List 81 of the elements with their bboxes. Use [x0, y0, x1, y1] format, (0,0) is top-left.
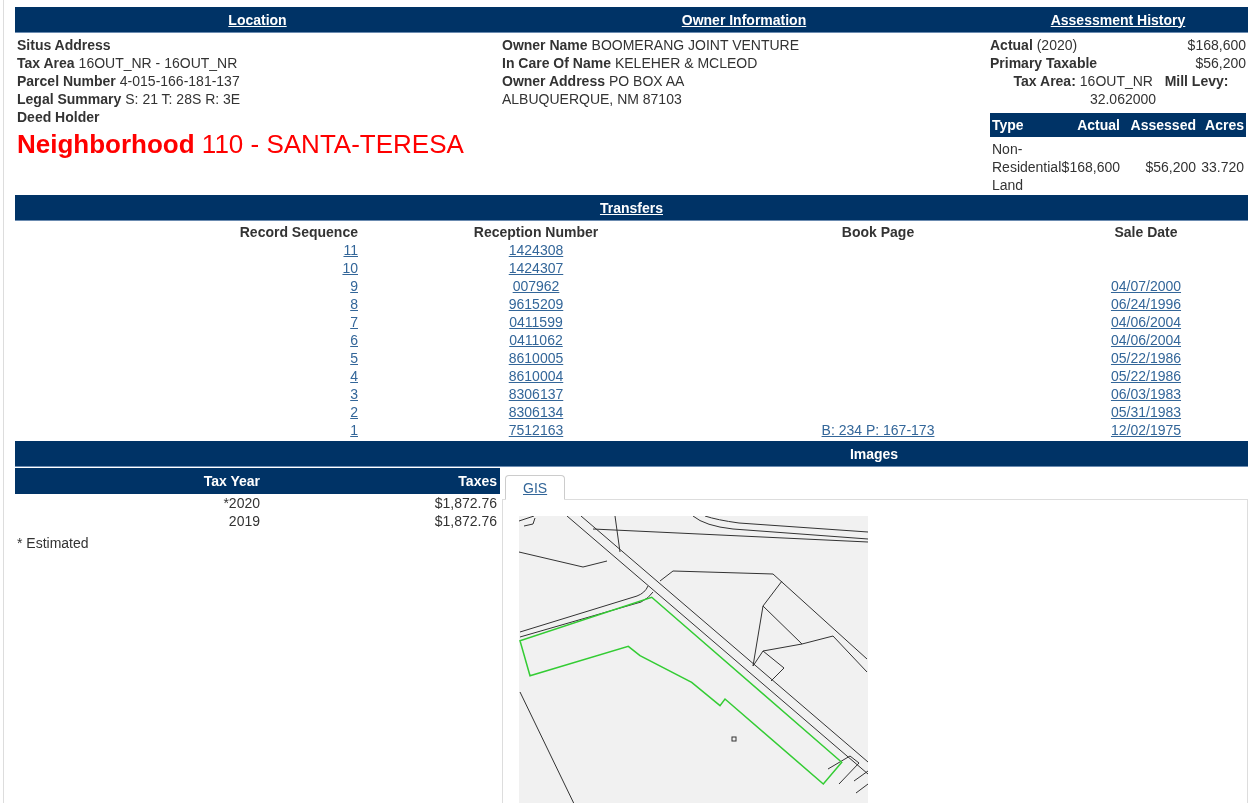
field-label: Actual (2020)	[990, 36, 1078, 54]
table-link[interactable]: 05/22/1986	[1110, 368, 1182, 384]
column-header: Sale Date	[1114, 224, 1178, 240]
table-link[interactable]: 007962	[512, 278, 560, 294]
field-value: $168,600	[1187, 36, 1246, 54]
table-cell-text: $1,872.76	[433, 494, 498, 512]
table-link[interactable]: 10	[342, 260, 358, 276]
table-link[interactable]: 04/06/2004	[1110, 314, 1182, 330]
footnote: * Estimated	[17, 535, 90, 551]
field-label: Tax Area	[17, 55, 75, 71]
table-link[interactable]: 12/02/1975	[1110, 422, 1182, 438]
column-header: Assessed	[1122, 113, 1198, 137]
column-header: Type	[990, 113, 1058, 137]
field-label: Mill Levy:	[1164, 73, 1229, 89]
table-link[interactable]: 4	[350, 368, 358, 384]
section-title-link[interactable]: Assessment History	[1050, 11, 1186, 28]
section-title: Images	[849, 445, 899, 462]
field-label: Deed Holder	[17, 109, 100, 125]
column-header: Tax Year	[202, 473, 261, 489]
field-value: 4-015-166-181-137	[119, 73, 240, 89]
field-value: S: 21 T: 28S R: 3E	[125, 91, 241, 107]
table-link[interactable]: 7512163	[508, 422, 564, 438]
table-link[interactable]: 8306134	[508, 404, 564, 420]
field-value: 16OUT_NR - 16OUT_NR	[78, 55, 238, 71]
field-label: Situs Address	[17, 37, 111, 53]
table-cell: 33.720	[1201, 158, 1244, 176]
tab[interactable]: GIS	[505, 475, 566, 500]
table-cell-text: 2019	[227, 512, 261, 530]
section-title-link[interactable]: Owner Information	[681, 11, 807, 28]
table-link[interactable]: 06/03/1983	[1110, 386, 1182, 402]
table-link[interactable]: 3	[350, 386, 358, 402]
table-link[interactable]: 2	[350, 404, 358, 420]
column-header: Actual	[1058, 113, 1122, 137]
table-cell: $168,600	[1061, 158, 1120, 176]
table-link[interactable]: 6	[350, 332, 358, 348]
field-value: ALBUQUERQUE, NM 87103	[502, 91, 682, 107]
table-cell: $56,200	[1145, 158, 1196, 176]
field-label: Parcel Number	[17, 73, 116, 89]
table-link[interactable]: 05/31/1983	[1110, 404, 1182, 420]
field-label: Owner Name	[502, 37, 588, 53]
table-link[interactable]: 8610004	[508, 368, 564, 384]
table-link[interactable]: 9615209	[508, 296, 564, 312]
field-label: Tax Area:	[1013, 73, 1076, 89]
table-link[interactable]: 0411599	[509, 314, 563, 330]
column-header: Taxes	[457, 473, 498, 489]
section-title-link[interactable]: Transfers	[599, 199, 663, 216]
table-link[interactable]: 0411062	[509, 332, 563, 348]
field-label: Primary Taxable	[990, 54, 1098, 72]
field-label: In Care Of Name	[502, 55, 611, 71]
table-link[interactable]: 5	[350, 350, 358, 366]
neighborhood-heading: Neighborhood 110 - SANTA-TERESA	[17, 128, 465, 160]
field-value: PO BOX AA	[608, 73, 685, 89]
table-link[interactable]: 05/22/1986	[1110, 350, 1182, 366]
table-cell-text: *2020	[222, 494, 261, 512]
field-label: Owner Address	[502, 73, 605, 89]
field-value: BOOMERANG JOINT VENTURE	[591, 37, 800, 53]
table-link[interactable]: 8610005	[508, 350, 564, 366]
table-link[interactable]: 1424308	[508, 242, 564, 258]
field-value: 32.062000	[1089, 91, 1157, 107]
column-header: Record Sequence	[239, 224, 358, 240]
table-cell: Non-Residential Land	[992, 140, 1062, 194]
field-value: $56,200	[1195, 54, 1246, 72]
field-label: Legal Summary	[17, 91, 122, 107]
table-link[interactable]: 8	[350, 296, 358, 312]
field-value: KELEHER & MCLEOD	[614, 55, 758, 71]
column-header: Acres	[1198, 113, 1246, 137]
table-link[interactable]: 06/24/1996	[1110, 296, 1182, 312]
table-link[interactable]: 9	[350, 278, 358, 294]
column-header: Book Page	[841, 224, 915, 240]
table-link[interactable]: 04/06/2004	[1110, 332, 1182, 348]
column-header: Reception Number	[473, 224, 599, 240]
section-title-link[interactable]: Location	[228, 11, 287, 28]
table-link[interactable]: 11	[343, 242, 358, 258]
table-link[interactable]: B: 234 P: 167-173	[821, 422, 935, 438]
table-cell-text: $1,872.76	[433, 512, 498, 530]
table-link[interactable]: 1424307	[508, 260, 564, 276]
table-link[interactable]: 8306137	[508, 386, 564, 402]
table-link[interactable]: 1	[350, 422, 358, 438]
table-link[interactable]: 7	[350, 314, 358, 330]
field-value: 16OUT_NR	[1079, 73, 1153, 89]
table-link[interactable]: 04/07/2000	[1110, 278, 1182, 294]
